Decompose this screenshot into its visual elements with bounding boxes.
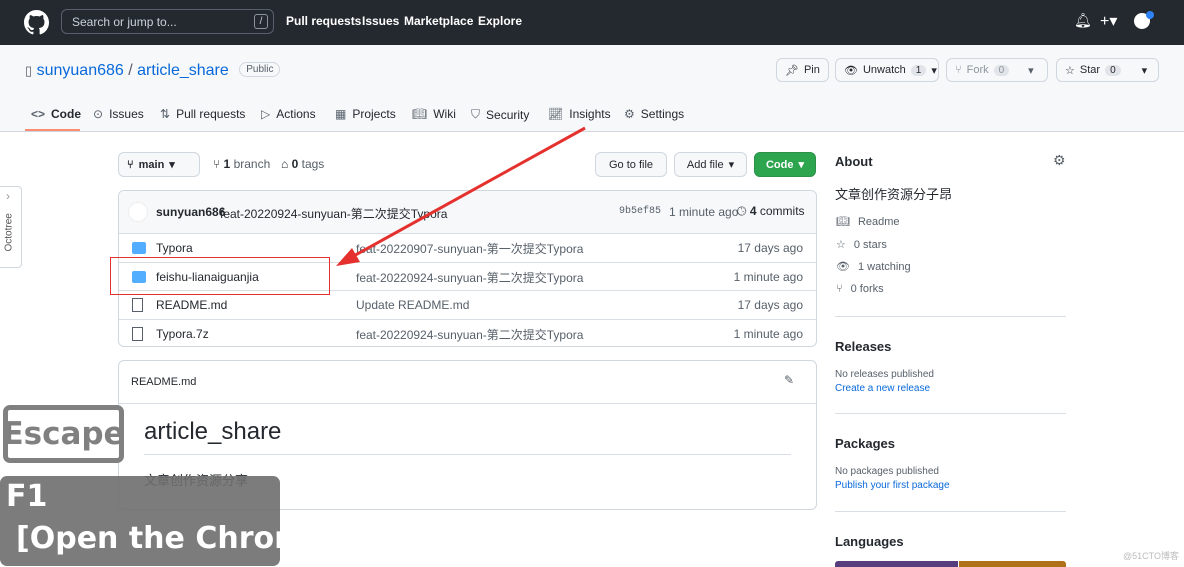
- branch-select[interactable]: ⑂ main ▾: [118, 152, 200, 177]
- tab-projects[interactable]: ▦ Projects: [335, 107, 396, 121]
- tab-issues[interactable]: ⊙ Issues: [93, 107, 144, 121]
- gear-icon: ⚙: [624, 107, 635, 121]
- tags-link[interactable]: ⌂ 0 tags: [281, 157, 324, 171]
- nav-explore[interactable]: Explore: [478, 14, 522, 28]
- language-bar-segment: [835, 561, 958, 567]
- fork-button[interactable]: ⑂ Fork 0 ▾: [946, 58, 1048, 82]
- history-icon: 🕓︎: [737, 204, 747, 218]
- branch-icon: ⑂: [213, 157, 221, 171]
- no-releases-text: No releases published: [835, 369, 934, 380]
- book-icon: 📖︎: [836, 216, 850, 228]
- commit-time: 1 minute ago: [669, 205, 739, 219]
- readme-link[interactable]: 📖︎ Readme: [836, 215, 900, 229]
- languages-heading: Languages: [835, 534, 904, 549]
- pin-button[interactable]: 📌︎ Pin: [776, 58, 829, 82]
- star-button[interactable]: ☆ Star 0 ▾: [1056, 58, 1159, 82]
- about-heading: About: [835, 154, 873, 169]
- watchers-link[interactable]: 👁︎ 1 watching: [836, 260, 911, 274]
- tab-actions[interactable]: ▷ Actions: [261, 107, 316, 121]
- tab-insights[interactable]: 📈︎ Insights: [548, 107, 611, 121]
- annotation-highlight-box: [110, 257, 330, 295]
- fork-icon: ⑂: [955, 64, 962, 76]
- search-input[interactable]: Search or jump to... /: [61, 9, 274, 34]
- about-description: 文章创作资源分子昂: [835, 187, 953, 202]
- star-icon: ☆: [1065, 64, 1075, 77]
- avatar: [128, 202, 148, 222]
- notification-dot: [1146, 11, 1154, 19]
- caret-down-icon: ▾: [169, 159, 175, 171]
- add-file-button[interactable]: Add file ▾: [674, 152, 747, 177]
- key-overlay: Escape: [2, 405, 125, 463]
- commits-link[interactable]: 🕓︎ 4 commits: [737, 204, 805, 219]
- nav-issues[interactable]: Issues: [362, 14, 399, 28]
- unwatch-button[interactable]: 👁︎ Unwatch 1 ▾: [835, 58, 939, 82]
- tab-settings[interactable]: ⚙ Settings: [624, 107, 684, 121]
- no-packages-text: No packages published: [835, 466, 939, 477]
- packages-heading[interactable]: Packages: [835, 436, 895, 451]
- table-icon: ▦: [335, 107, 347, 121]
- readme-title: article_share: [144, 418, 282, 445]
- repo-owner-link[interactable]: sunyuan686: [37, 62, 124, 79]
- repo-icon: ▯: [25, 63, 33, 78]
- tab-code[interactable]: <> Code: [31, 107, 81, 121]
- book-icon: 📖︎: [412, 107, 428, 121]
- visibility-badge: Public: [239, 62, 281, 77]
- active-tab-indicator: [25, 129, 80, 131]
- file-icon: [132, 298, 143, 312]
- caret-down-icon[interactable]: ▾: [1142, 64, 1148, 77]
- nav-marketplace[interactable]: Marketplace: [404, 14, 473, 28]
- commit-message[interactable]: feat-20220924-sunyuan-第二次提交Typora: [220, 205, 447, 222]
- branches-link[interactable]: ⑂ 1 branch: [213, 157, 270, 171]
- branch-icon: ⑂: [127, 158, 134, 171]
- tab-security[interactable]: ⛉ Security: [471, 107, 529, 122]
- tab-pull-requests[interactable]: ⇅ Pull requests: [160, 107, 245, 121]
- caret-down-icon[interactable]: ▾: [1028, 64, 1034, 77]
- pin-icon: 📌︎: [785, 64, 799, 77]
- caret-down-icon: ▾: [798, 159, 805, 171]
- code-icon: <>: [31, 107, 46, 121]
- issue-icon: ⊙: [93, 107, 104, 121]
- eye-icon: 👁︎: [836, 261, 850, 273]
- publish-package-link[interactable]: Publish your first package: [835, 480, 950, 491]
- shield-icon: ⛉: [471, 107, 481, 121]
- hint-overlay: F1 [Open the Chron: [0, 476, 295, 566]
- play-icon: ▷: [261, 107, 271, 121]
- repo-title: ▯ sunyuan686 / article_share Public: [25, 62, 281, 80]
- go-to-file-button[interactable]: Go to file: [595, 152, 667, 177]
- octotree-toggle[interactable]: › Octotree: [0, 186, 22, 268]
- graph-icon: 📈︎: [548, 107, 564, 121]
- tab-wiki[interactable]: 📖︎ Wiki: [412, 107, 456, 121]
- file-row[interactable]: Typora.7z feat-20220924-sunyuan-第二次提交Typo…: [119, 319, 816, 346]
- plus-dropdown-icon[interactable]: +▾: [1100, 11, 1117, 31]
- stars-link[interactable]: ☆ 0 stars: [836, 238, 887, 252]
- github-logo-icon[interactable]: [24, 10, 49, 35]
- repo-name-link[interactable]: article_share: [137, 62, 229, 79]
- readme-filename: README.md: [131, 376, 197, 388]
- pencil-icon[interactable]: ✎: [784, 373, 794, 387]
- pull-request-icon: ⇅: [160, 107, 171, 121]
- fork-icon: ⑂: [836, 283, 843, 295]
- releases-heading[interactable]: Releases: [835, 339, 891, 354]
- code-button[interactable]: Code ▾: [754, 152, 816, 177]
- language-bar-segment: [959, 561, 1066, 567]
- create-release-link[interactable]: Create a new release: [835, 383, 930, 394]
- folder-icon: [132, 242, 146, 254]
- file-icon: [132, 327, 143, 341]
- gear-icon[interactable]: ⚙: [1053, 152, 1066, 169]
- commit-author[interactable]: sunyuan686: [156, 205, 225, 219]
- forks-link[interactable]: ⑂ 0 forks: [836, 283, 884, 295]
- eye-icon: 👁︎: [844, 64, 858, 77]
- commit-sha[interactable]: 9b5ef85: [619, 206, 661, 217]
- latest-commit: sunyuan686 feat-20220924-sunyuan-第二次提交Ty…: [119, 191, 816, 233]
- bell-icon[interactable]: 🔔︎: [1074, 12, 1092, 29]
- caret-down-icon: ▾: [931, 64, 937, 77]
- star-icon: ☆: [836, 239, 846, 251]
- nav-pull-requests[interactable]: Pull requests: [286, 14, 361, 28]
- tag-icon: ⌂: [281, 157, 289, 171]
- top-header: Search or jump to... / Pull requests Issu…: [0, 0, 1184, 45]
- watermark: @51CTO博客: [1123, 551, 1179, 561]
- caret-down-icon: ▾: [728, 159, 735, 171]
